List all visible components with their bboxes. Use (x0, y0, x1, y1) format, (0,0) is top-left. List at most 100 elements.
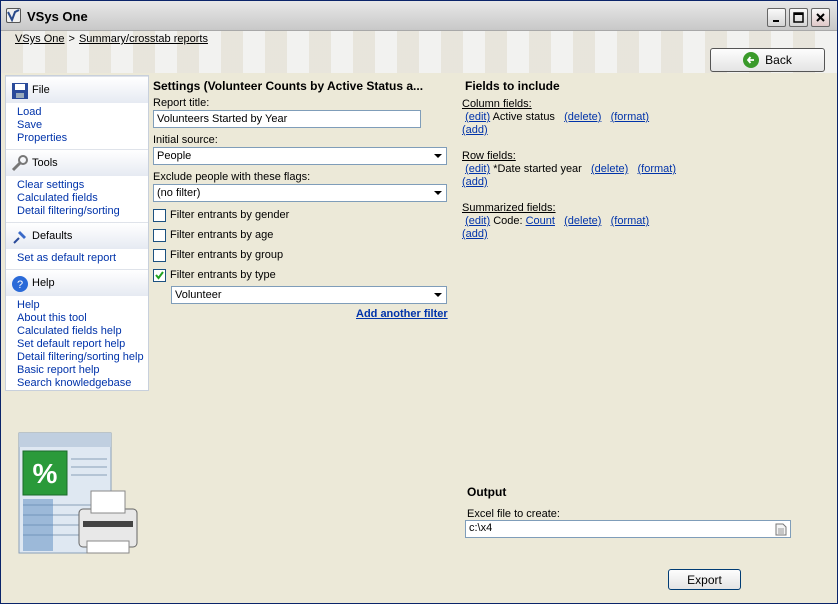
sidebar-tools-items: Clear settings Calculated fields Detail … (6, 176, 148, 222)
sidebar-file-label: File (32, 84, 50, 96)
sidebar-item-detail-filtering-help[interactable]: Detail filtering/sorting help (17, 351, 148, 364)
initial-source-value: People (157, 150, 192, 162)
column-field-row: (edit) Active status (delete) (format) (462, 111, 649, 124)
excel-file-label: Excel file to create: (467, 508, 560, 520)
back-button-label: Back (765, 53, 792, 67)
sidebar-section-defaults[interactable]: Defaults (6, 222, 148, 249)
chevron-down-icon (434, 154, 442, 158)
sidebar-item-load[interactable]: Load (17, 106, 148, 119)
row-field-delete-link[interactable]: (delete) (591, 163, 628, 175)
title-bar[interactable]: VSys One (1, 1, 837, 31)
filter-age-row[interactable]: Filter entrants by age (153, 227, 273, 243)
svg-text:%: % (33, 458, 58, 489)
breadcrumb: VSys One > Summary/crosstab reports (15, 33, 208, 45)
vsys-app-icon (6, 8, 21, 23)
minimize-button[interactable] (767, 8, 786, 27)
filter-gender-checkbox[interactable] (153, 208, 166, 222)
filter-age-label: Filter entrants by age (170, 229, 274, 241)
column-fields-group: Column fields: (edit) Active status (del… (462, 98, 649, 137)
row-field-name: *Date started year (493, 163, 582, 175)
exclude-flags-value: (no filter) (157, 187, 201, 199)
settings-panel: Settings (Volunteer Counts by Active Sta… (149, 75, 461, 325)
report-title-label: Report title: (153, 97, 210, 109)
sidebar-section-tools[interactable]: Tools (6, 149, 148, 176)
volunteer-type-select[interactable]: Volunteer (171, 286, 447, 304)
output-title: Output (467, 485, 507, 499)
excel-file-input[interactable]: c:\x4 (465, 520, 791, 538)
summarized-field-count-link[interactable]: Count (526, 215, 555, 227)
svg-text:?: ? (17, 279, 23, 291)
column-field-delete-link[interactable]: (delete) (564, 111, 601, 123)
summarized-field-edit-link[interactable]: (edit) (465, 215, 490, 227)
back-arrow-icon (743, 52, 760, 68)
export-button[interactable]: Export (668, 569, 741, 590)
summarized-field-prefix: Code: (493, 215, 523, 227)
column-field-format-link[interactable]: (format) (611, 111, 650, 123)
sidebar-item-properties[interactable]: Properties (17, 132, 148, 145)
sidebar-item-calculated-fields-help[interactable]: Calculated fields help (17, 325, 148, 338)
checkmark-icon (155, 270, 164, 280)
sidebar-help-label: Help (32, 277, 55, 289)
breadcrumb-current-link[interactable]: Summary/crosstab reports (79, 33, 208, 45)
settings-title: Settings (Volunteer Counts by Active Sta… (153, 79, 424, 93)
back-button[interactable]: Back (710, 48, 825, 72)
volunteer-type-value: Volunteer (175, 289, 222, 301)
breadcrumb-root-link[interactable]: VSys One (15, 33, 65, 45)
sidebar-item-clear-settings[interactable]: Clear settings (17, 179, 148, 192)
filter-type-checkbox[interactable] (153, 268, 166, 282)
row-fields-group: Row fields: (edit) *Date started year (d… (462, 150, 676, 189)
sidebar-file-items: Load Save Properties (6, 103, 148, 149)
sidebar-item-set-default-report[interactable]: Set as default report (17, 252, 148, 265)
excel-file-value: c:\x4 (469, 522, 493, 534)
wrench-icon (11, 155, 28, 172)
column-field-edit-link[interactable]: (edit) (465, 111, 490, 123)
filter-gender-row[interactable]: Filter entrants by gender (153, 207, 289, 223)
filter-type-row[interactable]: Filter entrants by type (153, 267, 276, 283)
sidebar-item-basic-report-help[interactable]: Basic report help (17, 364, 148, 377)
breadcrumb-separator: > (68, 33, 75, 45)
filter-type-label: Filter entrants by type (170, 269, 276, 281)
app-window: VSys One VSys One > Summary/crosstab repor… (0, 0, 838, 604)
column-fields-label: Column fields: (462, 98, 532, 110)
add-another-filter-link[interactable]: Add another filter (356, 308, 448, 320)
sidebar-help-items: Help About this tool Calculated fields h… (6, 296, 148, 394)
floppy-disk-icon (12, 83, 28, 99)
column-field-name: Active status (492, 111, 555, 123)
maximize-button[interactable] (789, 8, 808, 27)
column-field-add-link[interactable]: (add) (462, 124, 488, 136)
row-field-add-link[interactable]: (add) (462, 176, 488, 188)
summarized-fields-group: Summarized fields: (edit) Code: Count (d… (462, 202, 649, 241)
sidebar-item-detail-filtering[interactable]: Detail filtering/sorting (17, 205, 148, 218)
row-field-format-link[interactable]: (format) (637, 163, 676, 175)
filter-age-checkbox[interactable] (153, 228, 166, 242)
sidebar-tools-label: Tools (32, 157, 58, 169)
sidebar-defaults-label: Defaults (32, 230, 73, 242)
close-button[interactable] (811, 8, 830, 27)
sidebar: File Load Save Properties Tools Clear se… (5, 75, 149, 391)
sidebar-item-calculated-fields[interactable]: Calculated fields (17, 192, 148, 205)
report-printer-illustration: % (18, 432, 138, 554)
sidebar-item-search-knowledgebase[interactable]: Search knowledgebase (17, 377, 148, 390)
sidebar-item-help[interactable]: Help (17, 299, 148, 312)
summarized-field-add-link[interactable]: (add) (462, 228, 488, 240)
browse-file-icon[interactable] (775, 523, 787, 536)
sidebar-item-about[interactable]: About this tool (17, 312, 148, 325)
sidebar-section-file[interactable]: File (6, 76, 148, 103)
exclude-flags-select[interactable]: (no filter) (153, 184, 447, 202)
initial-source-select[interactable]: People (153, 147, 447, 165)
filter-group-row[interactable]: Filter entrants by group (153, 247, 283, 263)
pushpin-icon (13, 231, 26, 244)
window-title: VSys One (27, 9, 88, 24)
sidebar-item-set-default-help[interactable]: Set default report help (17, 338, 148, 351)
row-field-row: (edit) *Date started year (delete) (form… (462, 163, 676, 176)
filter-group-checkbox[interactable] (153, 248, 166, 262)
summarized-field-format-link[interactable]: (format) (611, 215, 650, 227)
summarized-field-row: (edit) Code: Count (delete) (format) (462, 215, 649, 228)
help-icon: ? (12, 276, 28, 292)
sidebar-item-save[interactable]: Save (17, 119, 148, 132)
row-field-edit-link[interactable]: (edit) (465, 163, 490, 175)
summarized-field-delete-link[interactable]: (delete) (564, 215, 601, 227)
report-title-input[interactable] (153, 110, 421, 128)
sidebar-section-help[interactable]: ? Help (6, 269, 148, 296)
chevron-down-icon (434, 293, 442, 297)
